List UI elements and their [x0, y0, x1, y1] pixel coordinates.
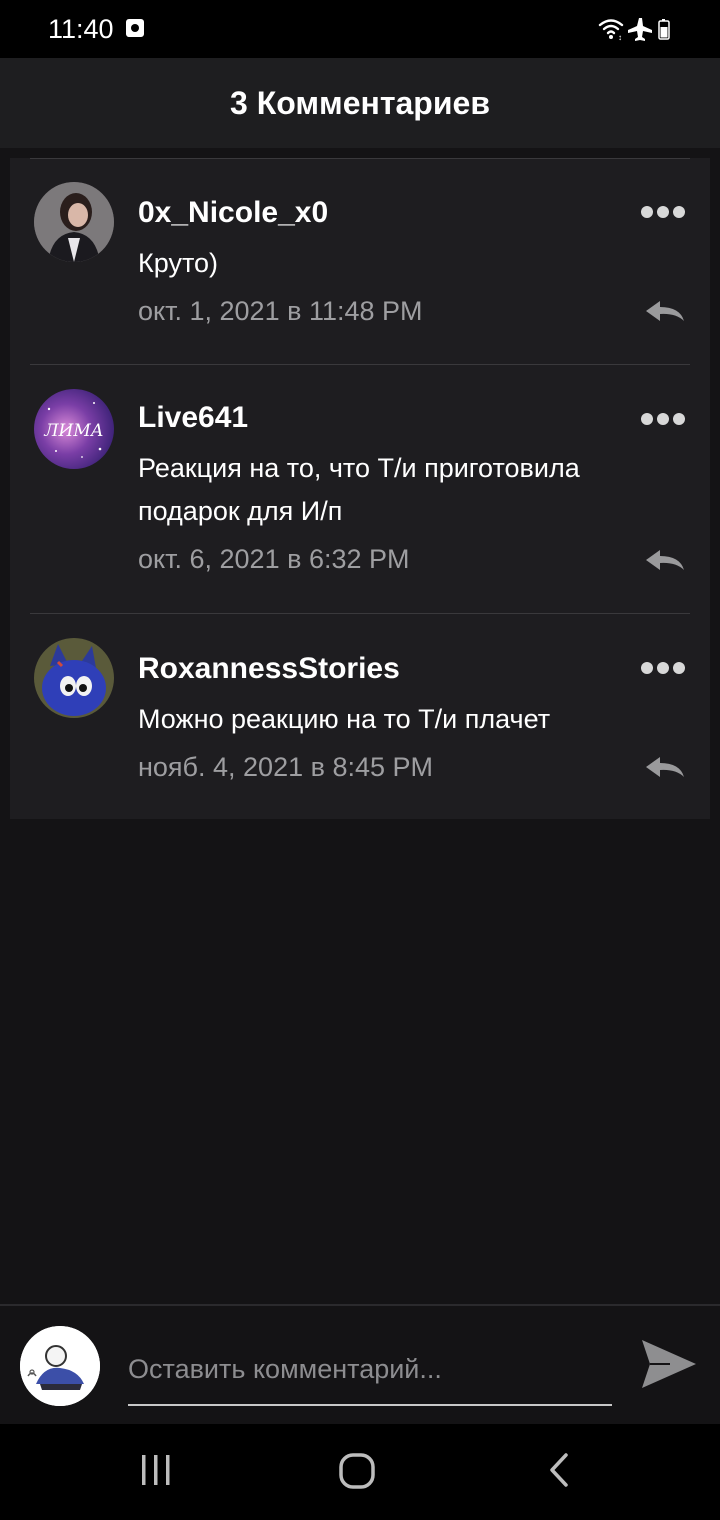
- comment-date: окт. 1, 2021 в 11:48 PM: [138, 296, 423, 326]
- send-icon[interactable]: [640, 1338, 698, 1390]
- comment-date: окт. 6, 2021 в 6:32 PM: [138, 544, 410, 574]
- comment-list: 0x_Nicole_x0 Круто) окт. 1, 2021 в 11:48…: [10, 158, 710, 819]
- comment-username[interactable]: 0x_Nicole_x0: [138, 196, 328, 230]
- comments-header: 3 Комментариев: [0, 58, 720, 148]
- notification-icon: [126, 19, 144, 37]
- more-options-icon[interactable]: [640, 205, 686, 219]
- status-bar: 11:40 ↕: [0, 0, 720, 58]
- reply-icon[interactable]: [644, 299, 686, 323]
- more-options-icon[interactable]: [640, 412, 686, 426]
- comment-username[interactable]: RoxannessStories: [138, 652, 400, 686]
- back-icon[interactable]: [544, 1452, 574, 1488]
- comment-input[interactable]: [128, 1334, 612, 1406]
- comment-username[interactable]: Live641: [138, 401, 248, 435]
- comment-date: нояб. 4, 2021 в 8:45 PM: [138, 752, 433, 782]
- airplane-icon: [628, 18, 652, 41]
- reply-icon[interactable]: [644, 755, 686, 779]
- comment-text: Можно реакцию на то Т/и плачет: [138, 704, 551, 734]
- page-title: 3 Комментариев: [230, 84, 490, 121]
- current-user-avatar[interactable]: [20, 1326, 100, 1406]
- comment-item: ЛИМА Live641 Реакция на то, что Т/и приг…: [10, 365, 710, 614]
- comment-text: Круто): [138, 248, 219, 278]
- status-icons: ↕: [598, 16, 674, 42]
- more-options-icon[interactable]: [640, 661, 686, 675]
- comment-text: Реакция на то, что Т/и приготовила подар…: [138, 453, 580, 526]
- wifi-icon: [598, 19, 624, 35]
- comment-item: 0x_Nicole_x0 Круто) окт. 1, 2021 в 11:48…: [10, 158, 710, 365]
- status-time: 11:40: [48, 14, 114, 44]
- avatar[interactable]: [34, 182, 114, 262]
- recent-apps-icon[interactable]: [138, 1452, 174, 1488]
- system-navigation-bar: [0, 1424, 720, 1520]
- avatar[interactable]: ЛИМА: [34, 389, 114, 469]
- home-icon[interactable]: [338, 1452, 376, 1490]
- battery-icon: [658, 19, 670, 40]
- comment-composer: [0, 1304, 720, 1426]
- reply-icon[interactable]: [644, 548, 686, 572]
- avatar-text: ЛИМА: [43, 421, 103, 441]
- svg-text:↕: ↕: [618, 33, 622, 42]
- avatar[interactable]: [34, 638, 114, 718]
- comment-item: RoxannessStories Можно реакцию на то Т/и…: [10, 614, 710, 819]
